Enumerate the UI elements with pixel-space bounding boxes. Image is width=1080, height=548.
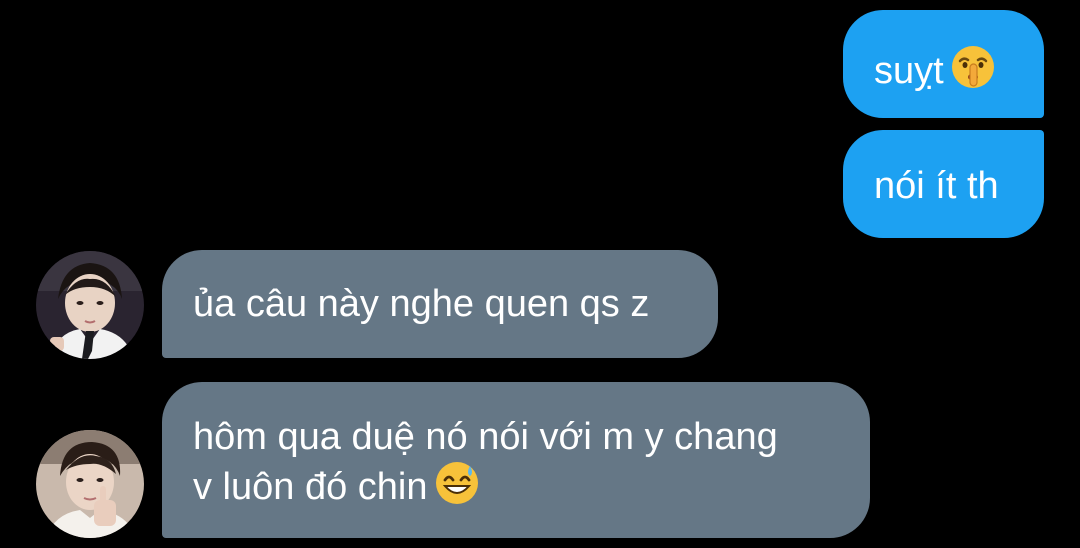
message-text-line: hôm qua duệ nó nói với m y chang	[193, 416, 778, 458]
message-text-line: v luôn đó chin	[193, 460, 870, 517]
chat-screen: { "messages": [ {"direction": "sent", "t…	[0, 0, 1080, 548]
message-text-line-content: v luôn đó chin	[193, 466, 428, 508]
sent-message-bubble[interactable]: nói ít th	[843, 130, 1044, 238]
message-text: ủa câu này nghe quen qs z	[193, 283, 650, 325]
received-message-bubble[interactable]: hôm qua duệ nó nói với m y chang v luôn …	[162, 382, 870, 538]
message-text: suỵt	[874, 50, 944, 92]
grinning-face-with-sweat-emoji-icon	[434, 460, 480, 517]
avatar-photo-icon	[36, 251, 144, 359]
shushing-face-emoji-icon	[950, 44, 996, 101]
avatar-photo-icon	[36, 430, 144, 538]
sent-message-bubble[interactable]: suỵt	[843, 10, 1044, 118]
message-text: nói ít th	[874, 165, 999, 207]
user-avatar[interactable]	[36, 251, 144, 359]
received-message-bubble[interactable]: ủa câu này nghe quen qs z	[162, 250, 718, 358]
user-avatar[interactable]	[36, 430, 144, 538]
